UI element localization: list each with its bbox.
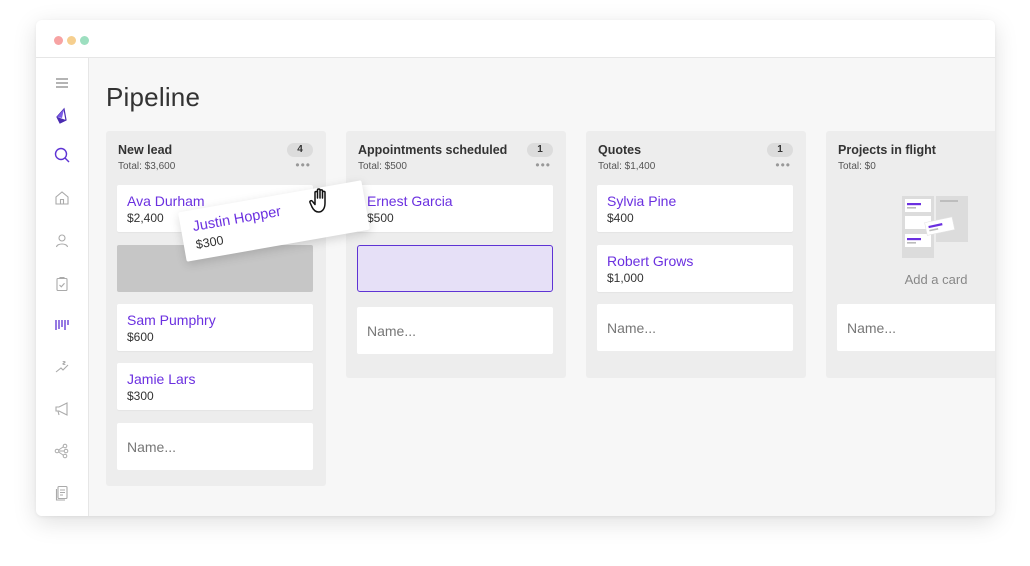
column-title: Appointments scheduled (358, 143, 508, 157)
network-icon[interactable] (51, 439, 73, 461)
app-window: Pipeline New lead Total: $3,600 4 ••• Av… (36, 20, 995, 516)
column-total: Total: $0 (838, 161, 876, 172)
document-icon[interactable] (51, 482, 73, 504)
deal-amount: $300 (194, 233, 225, 252)
clipboard-check-icon[interactable] (51, 273, 73, 295)
maximize-window-button[interactable] (80, 36, 89, 45)
search-icon[interactable] (51, 144, 73, 166)
title-bar (36, 20, 995, 58)
new-deal-name-input[interactable] (837, 304, 995, 351)
deal-amount: $300 (127, 389, 154, 403)
deal-amount: $400 (607, 211, 634, 225)
menu-icon[interactable] (51, 72, 73, 94)
new-deal-name-input[interactable] (117, 423, 313, 470)
money-trend-icon[interactable] (51, 356, 73, 378)
new-deal-name-input[interactable] (597, 304, 793, 351)
deal-name: Justin Hopper (191, 203, 283, 236)
more-options-icon[interactable]: ••• (295, 159, 311, 171)
column-title: Projects in flight (838, 143, 936, 157)
more-options-icon[interactable]: ••• (775, 159, 791, 171)
column-appointments-scheduled: Appointments scheduled Total: $500 1 •••… (346, 131, 566, 378)
grab-hand-icon (308, 186, 334, 216)
column-header: Quotes Total: $1,400 1 ••• (586, 131, 806, 177)
deal-name: Robert Grows (607, 253, 694, 269)
column-total: Total: $1,400 (598, 161, 656, 172)
deal-amount: $2,400 (127, 211, 164, 225)
drop-target[interactable] (357, 245, 553, 292)
deal-name: Jamie Lars (127, 371, 196, 387)
card-count-badge: 1 (767, 143, 793, 157)
column-new-lead: New lead Total: $3,600 4 ••• Ava Durham … (106, 131, 326, 486)
empty-column-illustration (902, 194, 970, 260)
column-header: Projects in flight Total: $0 (826, 131, 995, 177)
deal-card[interactable]: Sylvia Pine $400 (597, 185, 793, 232)
sidebar (36, 58, 89, 516)
person-icon[interactable] (51, 230, 73, 252)
card-count-badge: 4 (287, 143, 313, 157)
new-deal-name-input[interactable] (357, 307, 553, 354)
column-total: Total: $500 (358, 161, 407, 172)
deal-amount: $1,000 (607, 271, 644, 285)
column-quotes: Quotes Total: $1,400 1 ••• Sylvia Pine $… (586, 131, 806, 378)
deal-name: Ernest Garcia (367, 193, 453, 209)
deal-name: Ava Durham (127, 193, 205, 209)
deal-name: Sam Pumphry (127, 312, 216, 328)
deal-name: Sylvia Pine (607, 193, 677, 209)
pipeline-board: Pipeline New lead Total: $3,600 4 ••• Av… (90, 58, 995, 516)
deal-card[interactable]: Ernest Garcia $500 (357, 185, 553, 232)
pipeline-icon[interactable] (51, 314, 73, 336)
card-count-badge: 1 (527, 143, 553, 157)
more-options-icon[interactable]: ••• (535, 159, 551, 171)
deal-card[interactable]: Jamie Lars $300 (117, 363, 313, 410)
column-title: Quotes (598, 143, 642, 157)
column-projects-in-flight: Projects in flight Total: $0 Add a card … (826, 131, 995, 378)
close-window-button[interactable] (54, 36, 63, 45)
deal-amount: $600 (127, 330, 154, 344)
deal-card[interactable]: Robert Grows $1,000 (597, 245, 793, 292)
column-header: New lead Total: $3,600 4 ••• (106, 131, 326, 177)
add-card-label[interactable]: Add a card (826, 272, 995, 287)
megaphone-icon[interactable] (51, 398, 73, 420)
column-header: Appointments scheduled Total: $500 1 ••• (346, 131, 566, 177)
minimize-window-button[interactable] (67, 36, 76, 45)
deal-amount: $500 (367, 211, 394, 225)
home-icon[interactable] (51, 187, 73, 209)
deal-card[interactable]: Sam Pumphry $600 (117, 304, 313, 351)
column-total: Total: $3,600 (118, 161, 176, 172)
column-title: New lead (118, 143, 173, 157)
logo-icon[interactable] (51, 105, 73, 127)
page-title: Pipeline (106, 82, 201, 112)
